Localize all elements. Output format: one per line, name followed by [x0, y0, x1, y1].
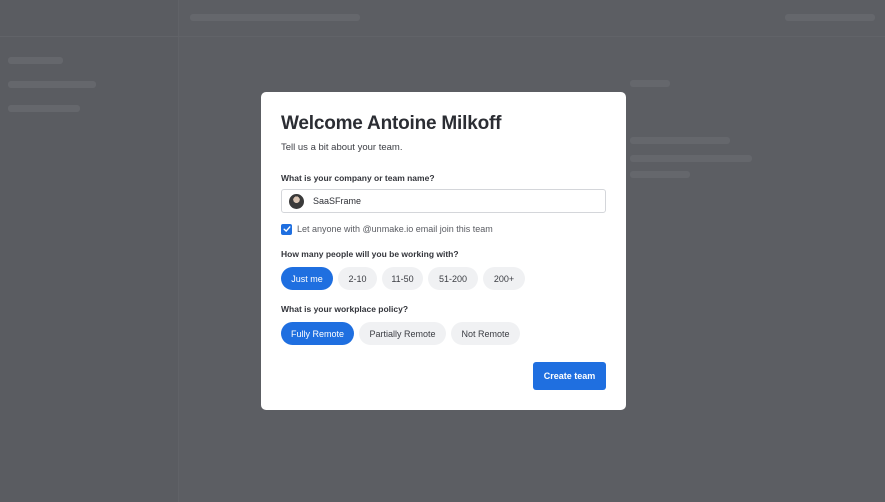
workplace-policy-options: Fully Remote Partially Remote Not Remote: [281, 322, 606, 345]
background-placeholder: [785, 14, 875, 21]
team-size-option-2-10[interactable]: 2-10: [338, 267, 377, 290]
background-placeholder: [630, 171, 690, 178]
create-team-button[interactable]: Create team: [533, 362, 606, 390]
team-size-options: Just me 2-10 11-50 51-200 200+: [281, 267, 606, 290]
policy-option-not-remote[interactable]: Not Remote: [451, 322, 520, 345]
background-sidebar: [0, 0, 179, 502]
background-placeholder: [630, 155, 752, 162]
join-checkbox-label[interactable]: Let anyone with @unmake.io email join th…: [297, 224, 493, 234]
team-size-label: How many people will you be working with…: [281, 249, 459, 259]
background-placeholder: [8, 57, 63, 64]
team-size-option-just-me[interactable]: Just me: [281, 267, 333, 290]
team-name-label: What is your company or team name?: [281, 173, 435, 183]
workplace-policy-label: What is your workplace policy?: [281, 304, 409, 314]
join-checkbox-row[interactable]: Let anyone with @unmake.io email join th…: [281, 223, 606, 235]
team-size-option-11-50[interactable]: 11-50: [382, 267, 423, 290]
background-placeholder: [190, 14, 360, 21]
background-placeholder: [630, 137, 730, 144]
user-avatar-icon: [289, 193, 304, 209]
team-name-input[interactable]: SaaSFrame: [281, 189, 606, 213]
modal-title: Welcome Antoine Milkoff: [281, 113, 502, 134]
team-size-option-51-200[interactable]: 51-200: [428, 267, 478, 290]
checkmark-icon: [283, 226, 290, 232]
policy-option-partially-remote[interactable]: Partially Remote: [359, 322, 446, 345]
background-placeholder: [8, 81, 96, 88]
welcome-modal: Welcome Antoine Milkoff Tell us a bit ab…: [261, 92, 626, 410]
modal-subtitle: Tell us a bit about your team.: [281, 142, 403, 153]
background-placeholder: [630, 80, 670, 87]
background-placeholder: [8, 105, 80, 112]
policy-option-fully-remote[interactable]: Fully Remote: [281, 322, 354, 345]
team-name-value[interactable]: SaaSFrame: [313, 196, 361, 206]
modal-footer: Create team: [533, 362, 606, 390]
background-topbar: [0, 0, 885, 37]
join-team-checkbox[interactable]: [281, 223, 292, 235]
team-size-option-200-plus[interactable]: 200+: [483, 267, 525, 290]
